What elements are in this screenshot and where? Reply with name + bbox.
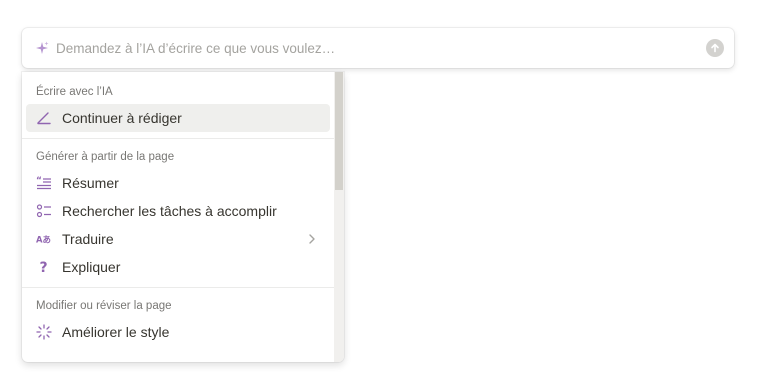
section-title-write: Écrire avec l’IA bbox=[36, 86, 113, 98]
magic-sparkle-icon bbox=[36, 324, 52, 340]
ai-prompt-bar bbox=[22, 28, 734, 68]
checklist-icon bbox=[36, 203, 52, 219]
ai-command-menu: Écrire avec l’IA Continuer à rédiger Gén… bbox=[22, 72, 344, 362]
svg-text:Aあ: Aあ bbox=[36, 235, 51, 245]
arrow-up-circle-icon[interactable] bbox=[706, 39, 724, 57]
menu-item-label: Améliorer le style bbox=[62, 324, 170, 340]
section-title-edit: Modifier ou réviser la page bbox=[36, 300, 172, 312]
menu-item-label: Rechercher les tâches à accomplir bbox=[62, 203, 277, 219]
menu-item-label: Continuer à rédiger bbox=[62, 110, 182, 126]
menu-item-continue-writing[interactable]: Continuer à rédiger bbox=[26, 104, 330, 132]
translate-icon: Aあ bbox=[36, 231, 52, 247]
section-title-generate: Générer à partir de la page bbox=[36, 151, 175, 163]
divider bbox=[22, 287, 334, 288]
menu-item-label: Traduire bbox=[62, 231, 114, 247]
menu-scrollbar[interactable] bbox=[334, 72, 344, 362]
menu-item-label: Expliquer bbox=[62, 259, 121, 275]
sparkle-icon bbox=[34, 40, 50, 56]
menu-item-label: Résumer bbox=[62, 175, 119, 191]
chevron-right-icon bbox=[308, 233, 320, 245]
ai-prompt-input[interactable] bbox=[56, 40, 706, 56]
menu-scroll-area: Écrire avec l’IA Continuer à rédiger Gén… bbox=[22, 72, 334, 362]
quote-list-icon: “ bbox=[36, 175, 52, 191]
svg-text:?: ? bbox=[40, 260, 48, 275]
menu-item-find-tasks[interactable]: Rechercher les tâches à accomplir bbox=[26, 197, 330, 225]
divider bbox=[22, 138, 334, 139]
question-icon: ? bbox=[36, 259, 52, 275]
svg-text:“: “ bbox=[36, 176, 42, 186]
menu-item-summarize[interactable]: “ Résumer bbox=[26, 169, 330, 197]
scrollbar-thumb[interactable] bbox=[335, 72, 343, 190]
menu-item-improve-style[interactable]: Améliorer le style bbox=[26, 318, 330, 346]
menu-item-translate[interactable]: Aあ Traduire bbox=[26, 225, 330, 253]
pen-icon bbox=[36, 110, 52, 126]
menu-item-explain[interactable]: ? Expliquer bbox=[26, 253, 330, 281]
